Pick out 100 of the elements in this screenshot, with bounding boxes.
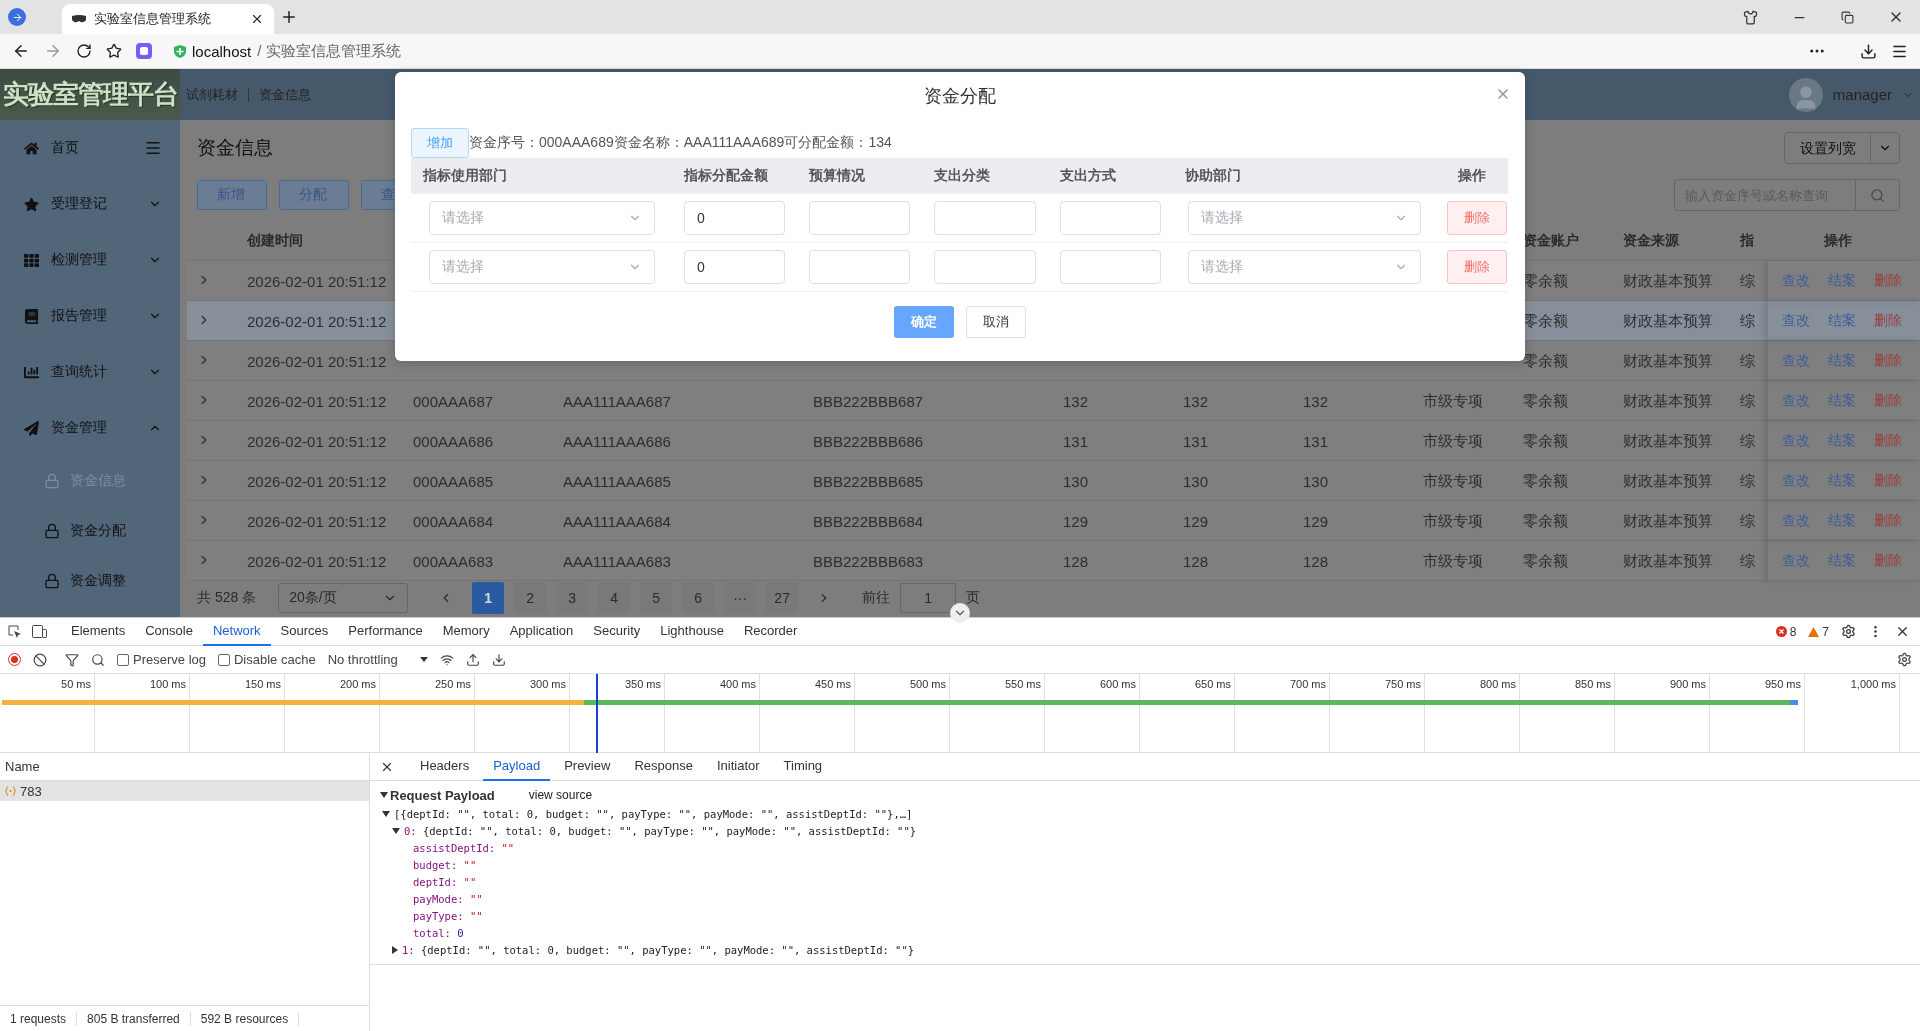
table-cell-text: 000AAA683: [412, 552, 495, 570]
table-cell-text: 2026-02-01 20:51:12: [246, 512, 388, 530]
column-header: 资金来源: [1622, 231, 1680, 250]
table-cell-text: 综: [1739, 391, 1756, 411]
total-count: 共 528 条: [197, 589, 257, 607]
table-cell-text: 2026-02-01 20:51:12: [246, 272, 388, 290]
table-cell-text: 综: [1739, 431, 1756, 451]
tree-line: total: 0: [413, 926, 464, 939]
page-unit: 页: [966, 589, 981, 607]
table-cell-text: 130: [1182, 472, 1210, 490]
tree-line: 1: {deptId: "", total: 0, budget: "", payType: "", payMode: "", assistDeptId: ""}: [402, 943, 915, 956]
table-cell-text: 综: [1739, 471, 1756, 491]
table-cell-text: 财政基本预算: [1622, 551, 1714, 571]
tick-label: 1,000 ms: [1850, 678, 1896, 692]
column-header: 支出方式: [1059, 166, 1117, 185]
table-cell-text: 128: [1302, 552, 1330, 570]
goto-label: 前往: [862, 589, 891, 607]
tree-line: payMode: "": [413, 892, 483, 905]
table-cell-text: 2026-02-01 20:51:12: [246, 352, 388, 370]
table-cell-text: 零余额: [1522, 551, 1569, 571]
table-cell-text: 财政基本预算: [1622, 511, 1714, 531]
tick-label: 400 ms: [719, 678, 756, 692]
fund-info: 资金序号：000AAA689资金名称：AAA111AAA689可分配金额：134: [469, 134, 892, 152]
column-header: 指标分配金额: [682, 166, 769, 185]
tree-line: budget: "": [413, 858, 477, 871]
column-header: 操作: [1456, 166, 1487, 185]
table-cell-text: 综: [1739, 351, 1756, 371]
column-header: 创建时间: [246, 231, 304, 250]
table-cell-text: 130: [1062, 472, 1090, 490]
table-cell-text: 财政基本预算: [1622, 471, 1714, 491]
table-cell-text: BBB222BBB686: [812, 432, 925, 450]
column-header: 资金账户: [1522, 231, 1580, 250]
table-cell-text: 市级专项: [1422, 471, 1484, 491]
table-cell-text: 零余额: [1522, 511, 1569, 531]
table-cell-text: 财政基本预算: [1622, 431, 1714, 451]
table-cell-text: 000AAA687: [412, 392, 495, 410]
table-cell-text: AAA111AAA687: [562, 392, 672, 410]
tick-label: 600 ms: [1099, 678, 1136, 692]
tick-label: 450 ms: [814, 678, 851, 692]
tick-label: 700 ms: [1289, 678, 1326, 692]
tick-label: 100 ms: [149, 678, 186, 692]
table-cell-text: 财政基本预算: [1622, 271, 1714, 291]
column-header: 操作: [1823, 231, 1853, 250]
tree-line: deptId: "": [413, 875, 477, 888]
tick-label: 350 ms: [624, 678, 661, 692]
tree-line: [{deptId: "", total: 0, budget: "", payType: "", payMode: "", assistDeptId: ""},…]: [394, 807, 913, 820]
tick-label: 550 ms: [1004, 678, 1041, 692]
table-cell-text: AAA111AAA683: [562, 552, 672, 570]
table-cell-text: 129: [1062, 512, 1090, 530]
column-header: 预算情况: [807, 166, 866, 185]
table-cell-text: 综: [1739, 311, 1756, 331]
table-cell-text: AAA111AAA686: [562, 432, 672, 450]
table-cell-text: 000AAA684: [412, 512, 495, 530]
table-cell-text: BBB222BBB685: [812, 472, 925, 490]
table-cell-text: 市级专项: [1422, 391, 1484, 411]
tick-label: 50 ms: [61, 678, 91, 692]
table-cell-text: BBB222BBB684: [812, 512, 925, 530]
status-text: 1 requests: [0, 1011, 78, 1026]
tick-label: 750 ms: [1384, 678, 1421, 692]
tick-label: 850 ms: [1574, 678, 1611, 692]
tick-label: 950 ms: [1764, 678, 1801, 692]
table-cell-text: AAA111AAA684: [562, 512, 672, 530]
tree-line: payType: "": [413, 909, 483, 922]
table-cell-text: 000AAA686: [412, 432, 495, 450]
tick-label: 150 ms: [244, 678, 281, 692]
table-cell-text: AAA111AAA685: [562, 472, 672, 490]
logo: 实验室管理平台: [0, 69, 180, 120]
tick-label: 200 ms: [339, 678, 376, 692]
column-header: 协助部门: [1184, 166, 1242, 185]
table-cell-text: 综: [1739, 511, 1756, 531]
table-cell-text: 131: [1182, 432, 1210, 450]
tree-line: assistDeptId: "": [413, 841, 515, 854]
table-cell-text: 2026-02-01 20:51:12: [246, 392, 388, 410]
column-header: Name: [5, 759, 40, 774]
table-cell-text: 129: [1182, 512, 1210, 530]
table-cell-text: 132: [1062, 392, 1090, 410]
column-header: 支出分类: [933, 166, 991, 185]
table-cell-text: 132: [1182, 392, 1210, 410]
table-cell-text: 市级专项: [1422, 511, 1484, 531]
table-cell-text: 128: [1182, 552, 1210, 570]
tick-label: 650 ms: [1194, 678, 1231, 692]
table-cell-text: 综: [1739, 551, 1756, 571]
table-cell-text: 综: [1739, 271, 1756, 291]
table-cell-text: 128: [1062, 552, 1090, 570]
table-cell-text: 零余额: [1522, 431, 1569, 451]
table-cell-text: 市级专项: [1422, 551, 1484, 571]
table-cell-text: 131: [1302, 432, 1330, 450]
column-header: 指标使用部门: [421, 166, 508, 185]
table-cell-text: 2026-02-01 20:51:12: [246, 432, 388, 450]
table-cell-text: 000AAA685: [412, 472, 495, 490]
table-cell-text: 130: [1302, 472, 1330, 490]
table-cell-text: BBB222BBB683: [812, 552, 925, 570]
page-title: 资金信息: [197, 136, 273, 160]
table-cell-text: 零余额: [1522, 471, 1569, 491]
table-cell-text: 财政基本预算: [1622, 311, 1714, 331]
table-cell-text: 132: [1302, 392, 1330, 410]
table-cell-text: 2026-02-01 20:51:12: [246, 552, 388, 570]
table-cell-text: 2026-02-01 20:51:12: [246, 312, 388, 330]
tree-line: 0: {deptId: "", total: 0, budget: "", payType: "", payMode: "", assistDeptId: ""}: [404, 824, 917, 837]
table-cell-text: 零余额: [1522, 351, 1569, 371]
